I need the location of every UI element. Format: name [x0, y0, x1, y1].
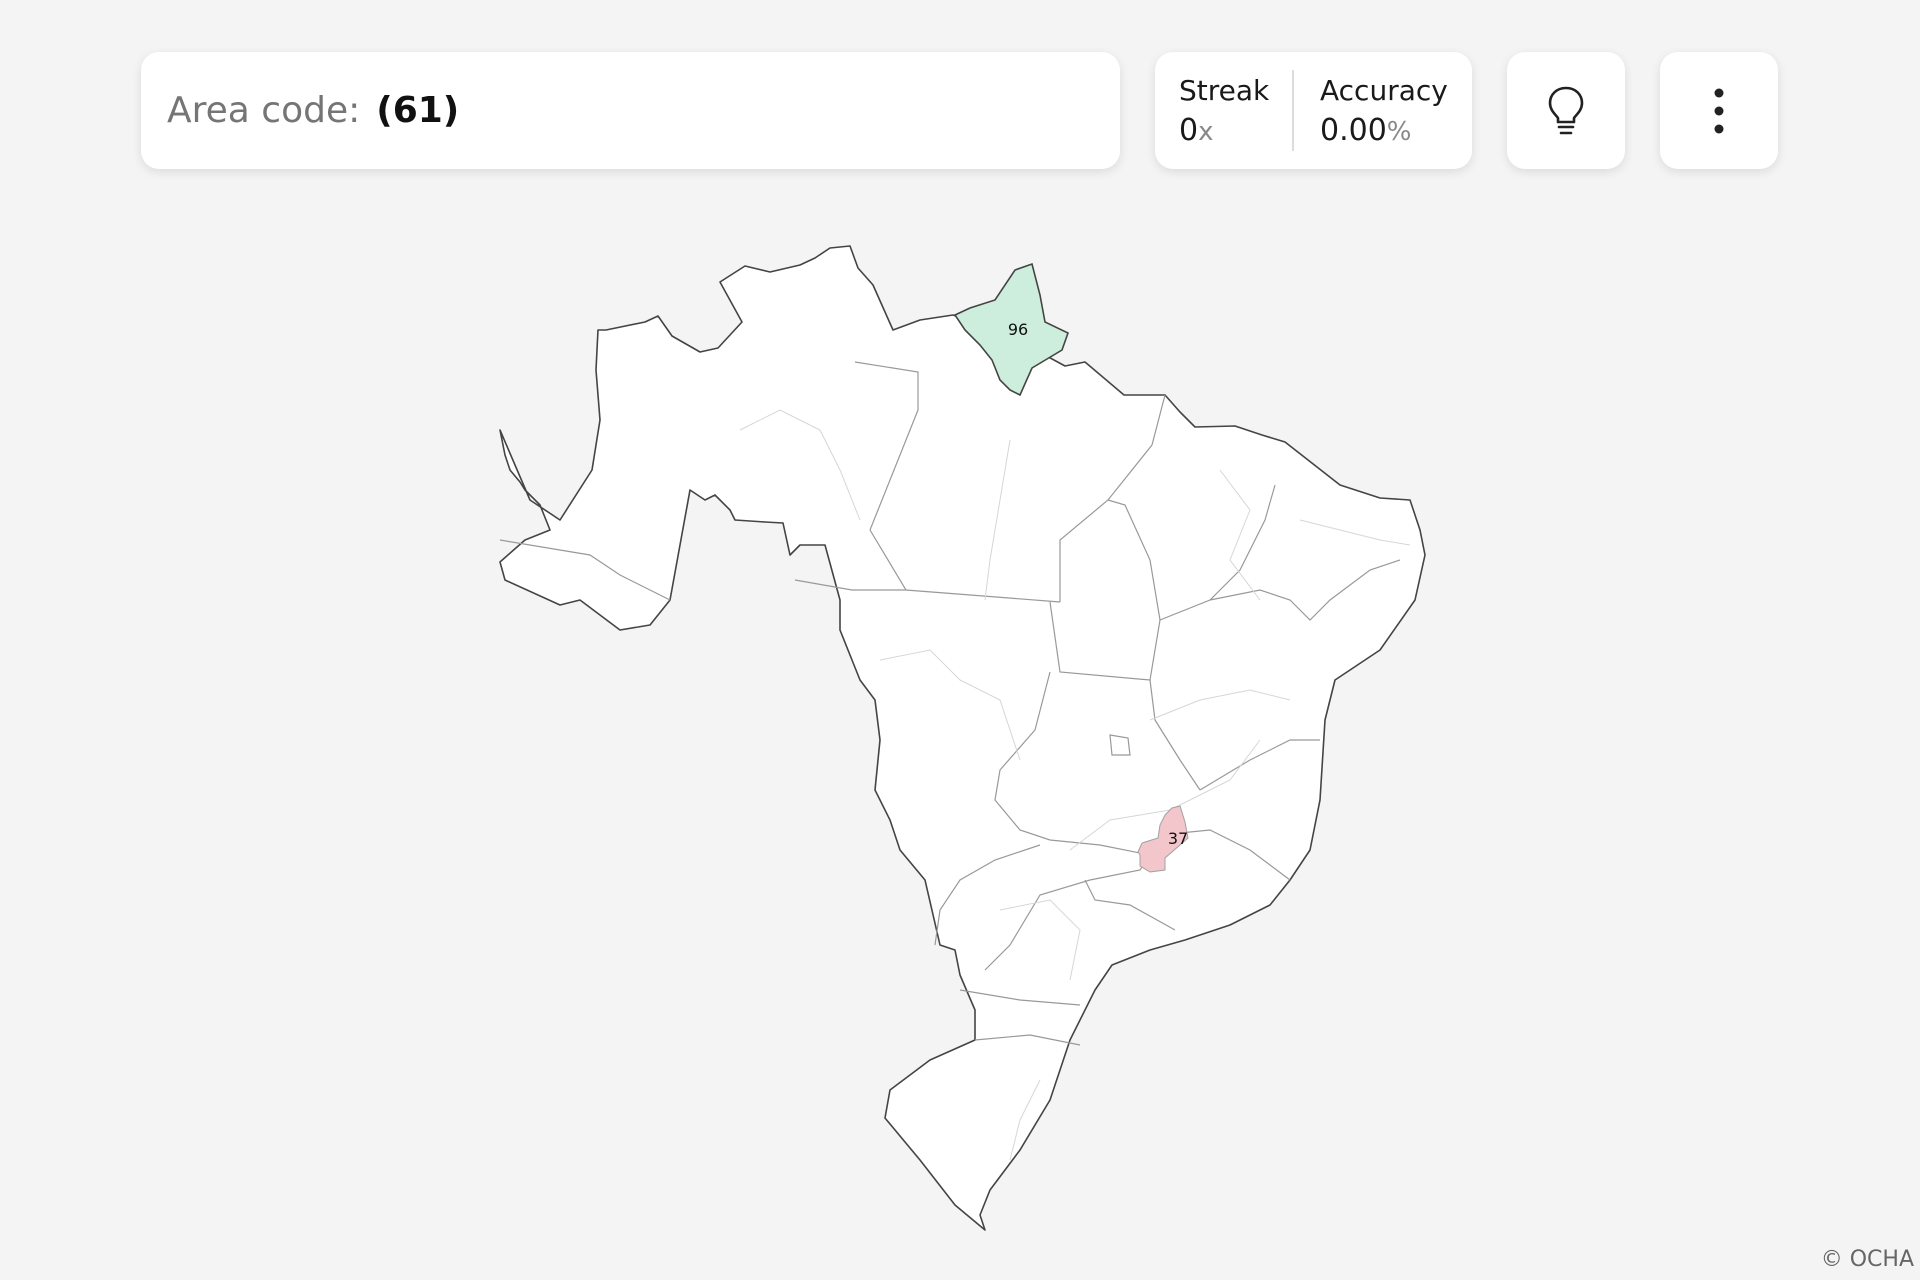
region-37-label: 37 [1168, 829, 1188, 848]
brazil-map[interactable]: 96 37 [0, 0, 1920, 1280]
region-96-label: 96 [1008, 320, 1028, 339]
brazil-outline [499, 245, 1426, 1231]
copyright: © OCHA [1820, 1247, 1914, 1272]
